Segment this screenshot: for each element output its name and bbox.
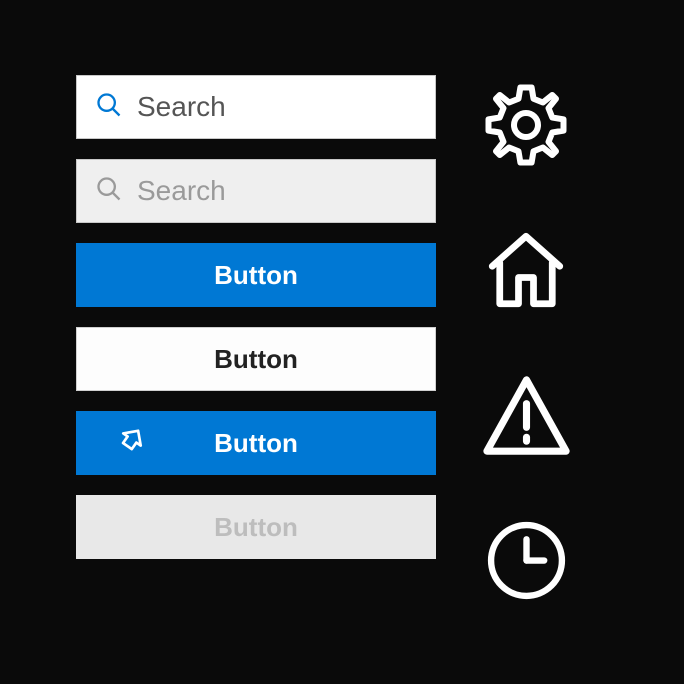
- warning-icon: [476, 365, 576, 465]
- icons-column: [476, 75, 576, 624]
- icon-primary-button[interactable]: Button: [76, 411, 436, 475]
- search-icon: [95, 175, 123, 208]
- search-placeholder: Search: [137, 91, 226, 123]
- button-label: Button: [214, 344, 298, 375]
- button-label: Button: [214, 428, 298, 459]
- disabled-button: Button: [76, 495, 436, 559]
- search-placeholder: Search: [137, 175, 226, 207]
- search-input-active[interactable]: Search: [76, 75, 436, 139]
- search-icon: [95, 91, 123, 124]
- controls-column: Search Search Button Button Button Butto…: [76, 75, 436, 624]
- button-label: Button: [214, 260, 298, 291]
- home-icon: [476, 220, 576, 320]
- gear-icon: [476, 75, 576, 175]
- clock-icon: [476, 510, 576, 610]
- share-icon: [116, 424, 148, 463]
- search-input-disabled: Search: [76, 159, 436, 223]
- primary-button[interactable]: Button: [76, 243, 436, 307]
- secondary-button[interactable]: Button: [76, 327, 436, 391]
- button-label: Button: [214, 512, 298, 543]
